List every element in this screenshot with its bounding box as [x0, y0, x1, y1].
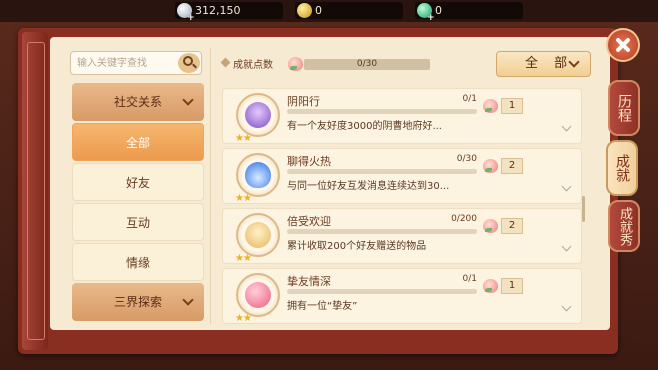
achievement-badge — [236, 153, 280, 197]
tab-achievement-show[interactable]: 成就秀 — [608, 200, 640, 252]
achievement-progress-bar — [287, 229, 477, 234]
list-scrollbar[interactable] — [582, 196, 585, 222]
star-rating: ★★ — [235, 193, 252, 204]
achievement-progress: 0/1 — [462, 274, 477, 284]
points-progress-bar: 0/30 — [304, 59, 430, 70]
achievement-badge — [236, 273, 280, 317]
gold-currency: 0 — [295, 2, 403, 19]
silver-amount: 312,150 — [195, 4, 241, 17]
reward-count: 1 — [501, 278, 523, 294]
chevron-down-icon[interactable] — [561, 121, 572, 132]
chevron-down-icon — [182, 294, 194, 306]
jade-currency: + 0 — [415, 2, 523, 23]
close-button[interactable] — [606, 28, 640, 62]
achievement-description: 累计收取200个好友赠送的物品 — [287, 241, 427, 252]
reward-count: 2 — [501, 158, 523, 174]
achievement-badge — [236, 213, 280, 257]
achievement-title: 倍受欢迎 — [287, 215, 331, 228]
heart-icon — [245, 282, 271, 308]
filter-dropdown[interactable]: 全 部 — [496, 51, 591, 77]
achievement-progress: 0/30 — [456, 154, 477, 164]
achievement-badge — [236, 93, 280, 137]
achievement-progress-bar — [287, 169, 477, 174]
chevron-down-icon[interactable] — [561, 301, 572, 312]
search-button[interactable] — [178, 53, 200, 73]
points-label: 成就点数 — [233, 60, 273, 71]
peach-icon — [483, 219, 498, 233]
menu-item-interaction[interactable]: 互动 — [72, 203, 204, 241]
category-label: 三界探索 — [113, 295, 162, 309]
filter-label: 全 部 — [525, 56, 574, 71]
chevron-down-icon[interactable] — [561, 241, 572, 252]
reward-count: 2 — [501, 218, 523, 234]
book-spine — [22, 32, 48, 350]
gold-coin-icon — [297, 3, 312, 18]
search-input[interactable] — [77, 55, 175, 71]
achievement-progress-bar — [287, 109, 477, 114]
cake-icon — [245, 222, 271, 248]
silver-currency: + 312,150 — [175, 2, 283, 23]
plus-icon: + — [187, 13, 195, 23]
achievement-row[interactable]: ★★ 阴阳行 0/1 有一个友好度3000的阴曹地府好... 1 — [222, 88, 582, 144]
star-rating: ★★ — [235, 253, 252, 264]
category-exploration[interactable]: 三界探索 — [72, 283, 204, 321]
achievement-description: 与同一位好友互发消息连续达到30... — [287, 181, 450, 192]
achievement-row[interactable]: ★★ 挚友情深 0/1 拥有一位“挚友” 1 — [222, 268, 582, 324]
jade-amount: 0 — [435, 4, 442, 17]
blue-fire-icon — [245, 162, 271, 188]
achievement-row[interactable]: ★★ 倍受欢迎 0/200 累计收取200个好友赠送的物品 2 — [222, 208, 582, 264]
column-divider — [210, 48, 211, 324]
achievement-description: 拥有一位“挚友” — [287, 301, 358, 312]
tab-achievements[interactable]: 成就 — [606, 140, 638, 196]
star-rating: ★★ — [235, 313, 252, 324]
menu-item-romance[interactable]: 情缘 — [72, 243, 204, 281]
peach-icon — [483, 159, 498, 173]
gold-amount: 0 — [315, 4, 322, 17]
star-rating: ★★ — [235, 133, 252, 144]
achievement-progress: 0/1 — [462, 94, 477, 104]
peach-icon — [288, 57, 303, 71]
peach-icon — [483, 279, 498, 293]
achievement-progress: 0/200 — [451, 214, 477, 224]
achievement-title: 聊得火热 — [287, 155, 331, 168]
category-label: 社交关系 — [113, 95, 162, 109]
achievement-progress-bar — [287, 289, 477, 294]
chevron-down-icon[interactable] — [561, 181, 572, 192]
achievement-title: 挚友情深 — [287, 275, 331, 288]
search-box — [70, 51, 202, 75]
currency-bar: + 312,150 0 + 0 — [0, 0, 658, 23]
category-social[interactable]: 社交关系 — [72, 83, 204, 121]
ghost-lantern-icon — [245, 102, 271, 128]
tab-history[interactable]: 历程 — [608, 80, 640, 136]
peach-icon — [483, 99, 498, 113]
plus-icon: + — [427, 13, 435, 23]
achievement-list[interactable]: ★★ 阴阳行 0/1 有一个友好度3000的阴曹地府好... 1 ★★ 聊得火热… — [222, 80, 587, 324]
menu-item-all[interactable]: 全部 — [72, 123, 204, 161]
chevron-up-icon — [182, 94, 194, 106]
achievement-row[interactable]: ★★ 聊得火热 0/30 与同一位好友互发消息连续达到30... 2 — [222, 148, 582, 204]
achievement-description: 有一个友好度3000的阴曹地府好... — [287, 121, 442, 132]
reward-count: 1 — [501, 98, 523, 114]
achievement-title: 阴阳行 — [287, 95, 320, 108]
menu-item-friends[interactable]: 好友 — [72, 163, 204, 201]
points-progress-text: 0/30 — [356, 59, 378, 69]
